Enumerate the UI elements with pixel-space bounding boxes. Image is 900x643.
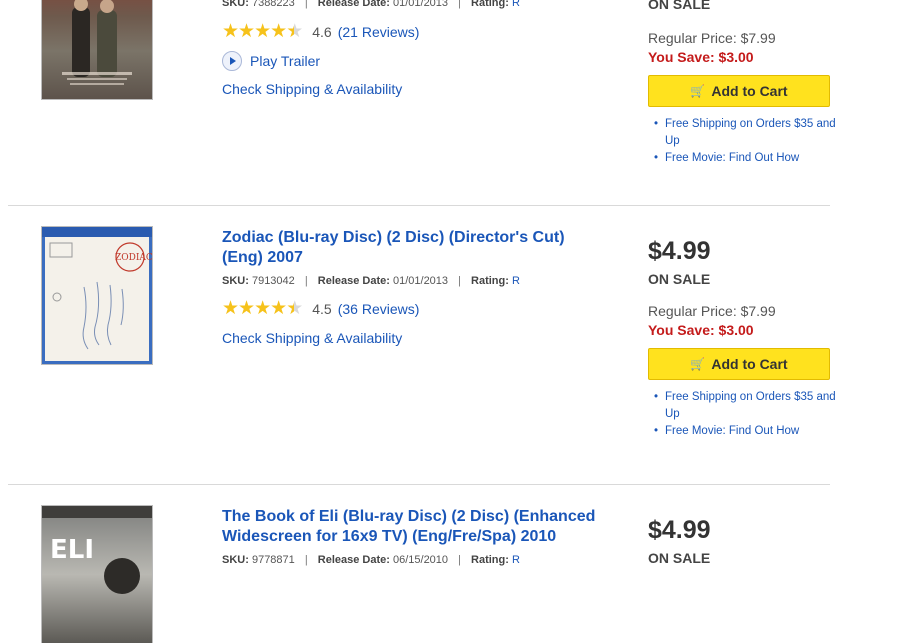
rating-label: Rating: — [471, 0, 509, 9]
play-icon — [222, 51, 242, 71]
sku-label: SKU: — [222, 0, 249, 9]
on-sale-label: ON SALE — [648, 0, 711, 12]
separator: | — [458, 554, 461, 566]
check-shipping-link[interactable]: Check Shipping & Availability — [222, 330, 602, 346]
product-thumbnail[interactable]: ZODIAC — [42, 227, 152, 364]
release-date-value: 01/01/2013 — [392, 0, 449, 9]
free-shipping-link[interactable]: Free Shipping on Orders $35 and Up — [654, 116, 838, 150]
sku-label: SKU: — [222, 275, 249, 287]
star-icon: ★ — [222, 21, 239, 42]
star-icon: ★ — [270, 298, 287, 319]
product-title-link[interactable]: Zodiac (Blu-ray Disc) (2 Disc) (Director… — [222, 228, 602, 268]
sku-value: 9778871 — [251, 554, 295, 566]
release-date-label: Release Date: — [317, 554, 390, 566]
star-icon: ★ — [238, 21, 255, 42]
release-date-value: 01/01/2013 — [392, 275, 449, 287]
promo-list: Free Shipping on Orders $35 and Up Free … — [648, 389, 838, 440]
product-info: Zodiac (Blu-ray Disc) (2 Disc) (Director… — [222, 228, 602, 346]
free-movie-link[interactable]: Free Movie: Find Out How — [654, 150, 838, 167]
product-meta: SKU: 7913042 | Release Date: 01/01/2013 … — [222, 274, 602, 288]
sku-value: 7913042 — [251, 275, 295, 287]
release-date-value: 06/15/2010 — [392, 554, 449, 566]
price-block: ON SALE Regular Price: $7.99 You Save: $… — [648, 0, 838, 167]
customer-rating: ★ ★ ★ ★ ★ 4.6 (21 Reviews) — [222, 21, 602, 42]
on-sale-label: ON SALE — [648, 271, 711, 287]
separator: | — [304, 275, 308, 287]
add-to-cart-label: Add to Cart — [711, 83, 788, 99]
customer-rating: ★ ★ ★ ★ ★ 4.5 (36 Reviews) — [222, 298, 602, 319]
regular-price: Regular Price: $7.99 — [648, 30, 776, 46]
add-to-cart-button[interactable]: 🛒 Add to Cart — [648, 75, 830, 107]
star-icon: ★ — [270, 21, 287, 42]
rating-value[interactable]: R — [512, 0, 520, 9]
product-thumbnail[interactable]: ELI — [42, 506, 152, 643]
separator: | — [458, 275, 461, 287]
rating-value[interactable]: R — [512, 275, 520, 287]
check-shipping-link[interactable]: Check Shipping & Availability — [222, 81, 602, 97]
reviews-link[interactable]: (21 Reviews) — [338, 24, 420, 40]
rating-label: Rating: — [471, 275, 509, 287]
product-divider — [8, 484, 830, 485]
average-rating: 4.5 — [312, 301, 332, 317]
star-icon: ★ — [238, 298, 255, 319]
regular-price: Regular Price: $7.99 — [648, 303, 776, 319]
free-movie-link[interactable]: Free Movie: Find Out How — [654, 423, 838, 440]
rating-value[interactable]: R — [512, 554, 520, 566]
movie-cover-art: ELI — [42, 506, 152, 594]
sku-label: SKU: — [222, 554, 249, 566]
separator: | — [304, 0, 308, 9]
product-title-link[interactable]: The Book of Eli (Blu-ray Disc) (2 Disc) … — [222, 507, 602, 547]
movie-cover-art — [62, 0, 132, 85]
sale-price: $4.99 — [648, 237, 711, 265]
play-trailer-button[interactable]: Play Trailer — [222, 51, 602, 71]
star-half-icon: ★ — [286, 298, 303, 319]
shopping-cart-icon: 🛒 — [690, 357, 706, 371]
price-block: $4.99 ON SALE Regular Price: $7.99 You S… — [648, 237, 838, 440]
you-save: You Save: $3.00 — [648, 322, 754, 338]
add-to-cart-label: Add to Cart — [711, 356, 788, 372]
price-block: $4.99 ON SALE — [648, 516, 838, 566]
play-trailer-label: Play Trailer — [250, 53, 321, 69]
product-divider — [8, 205, 830, 206]
you-save: You Save: $3.00 — [648, 49, 754, 65]
star-half-icon: ★ — [286, 21, 303, 42]
cover-title-text: ZODIAC — [115, 253, 152, 263]
star-icon: ★ — [254, 298, 271, 319]
separator: | — [458, 0, 461, 9]
product-info: The Book of Eli (Blu-ray Disc) (2 Disc) … — [222, 507, 602, 567]
rating-label: Rating: — [471, 554, 509, 566]
sku-value: 7388223 — [251, 0, 295, 9]
cover-title-text: ELI — [50, 535, 94, 565]
promo-list: Free Shipping on Orders $35 and Up Free … — [648, 116, 838, 167]
product-thumbnail[interactable] — [42, 0, 152, 99]
movie-cover-art: ZODIAC — [42, 227, 152, 361]
add-to-cart-button[interactable]: 🛒 Add to Cart — [648, 348, 830, 380]
product-info: SKU: 7388223 | Release Date: 01/01/2013 … — [222, 0, 602, 97]
separator: | — [304, 554, 308, 566]
star-icon: ★ — [222, 298, 239, 319]
sale-price: $4.99 — [648, 516, 711, 544]
reviews-link[interactable]: (36 Reviews) — [338, 301, 420, 317]
free-shipping-link[interactable]: Free Shipping on Orders $35 and Up — [654, 389, 838, 423]
star-rating: ★ ★ ★ ★ ★ — [222, 21, 303, 42]
release-date-label: Release Date: — [317, 275, 390, 287]
star-icon: ★ — [254, 21, 271, 42]
on-sale-label: ON SALE — [648, 550, 711, 566]
average-rating: 4.6 — [312, 24, 332, 40]
product-meta: SKU: 7388223 | Release Date: 01/01/2013 … — [222, 0, 602, 10]
release-date-label: Release Date: — [317, 0, 390, 9]
shopping-cart-icon: 🛒 — [690, 84, 706, 98]
product-meta: SKU: 9778871 | Release Date: 06/15/2010 … — [222, 553, 602, 567]
star-rating: ★ ★ ★ ★ ★ — [222, 298, 303, 319]
